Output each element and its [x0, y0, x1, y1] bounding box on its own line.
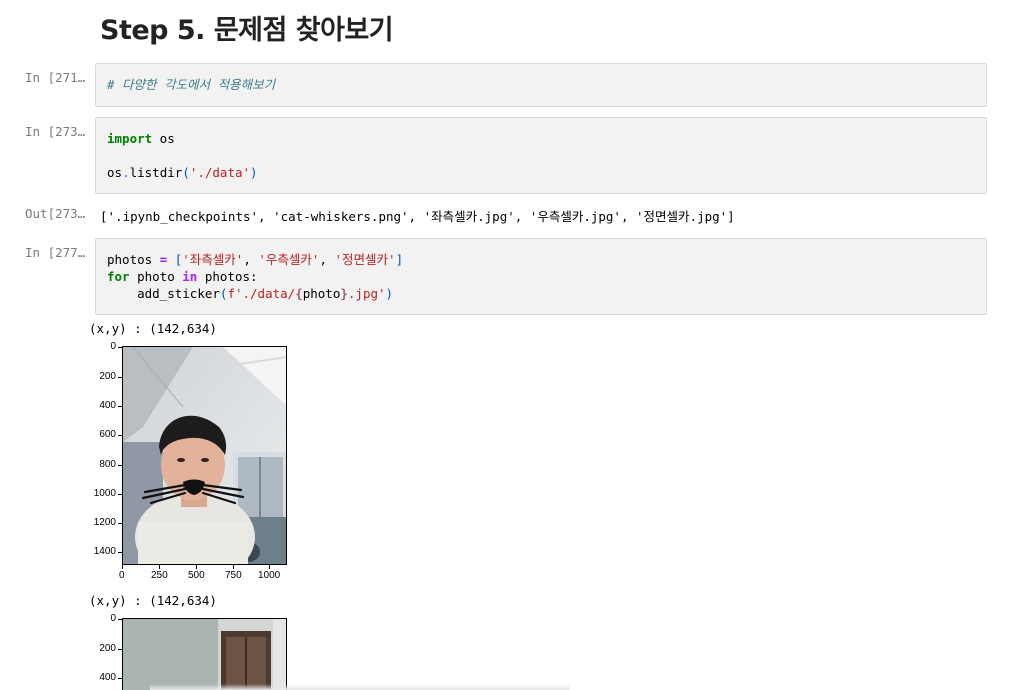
code-object: os	[107, 165, 123, 180]
code-bracket: ]	[395, 252, 404, 267]
x-tick-mark	[122, 565, 123, 569]
scroll-fade	[150, 684, 570, 690]
y-tick-label: 600	[99, 429, 116, 440]
code-string: '좌측셀카'	[182, 252, 244, 267]
x-tick-mark	[233, 565, 234, 569]
code-paren: )	[250, 165, 258, 180]
code-paren: (	[182, 165, 190, 180]
x-tick-label: 500	[188, 570, 205, 581]
code-string: .jpg'	[347, 286, 386, 301]
keyword-for: for	[107, 269, 130, 284]
x-tick-label: 250	[151, 570, 168, 581]
section-heading: Step 5. 문제점 찾아보기	[100, 15, 394, 46]
code-string: '정면셀카'	[334, 252, 396, 267]
code-variable: photo	[302, 286, 341, 301]
out-prompt-2: Out[273…	[25, 206, 86, 221]
code-cell-2[interactable]: import os os.listdir('./data')	[95, 117, 987, 194]
code-variable: photo	[129, 269, 183, 284]
code-cell-1[interactable]: # 다양한 각도에서 적용해보기	[95, 63, 987, 107]
code-comment: # 다양한 각도에서 적용해보기	[107, 77, 276, 92]
code-bracket: [	[167, 252, 183, 267]
y-tick-label: 200	[99, 371, 116, 382]
cell-prompt-3: In [277…	[25, 245, 86, 260]
fstring-brace: {	[295, 286, 303, 301]
y-tick-label: 200	[99, 643, 116, 654]
y-tick-label: 1200	[93, 517, 116, 528]
keyword-in: in	[182, 269, 198, 284]
fstring-brace: }	[340, 286, 348, 301]
x-tick-mark	[196, 565, 197, 569]
code-dot: .	[122, 165, 130, 180]
y-tick-label: 800	[99, 459, 116, 470]
second-selfie-photo	[123, 619, 286, 690]
code-comma: ,	[319, 252, 335, 267]
code-cell-3[interactable]: photos = ['좌측셀카', '우측셀카', '정면셀카'] for ph…	[95, 238, 987, 315]
code-function: listdir	[129, 165, 183, 180]
y-tick-label: 400	[99, 400, 116, 411]
plot-image-frame	[122, 346, 287, 565]
x-tick-label: 750	[225, 570, 242, 581]
y-tick-label: 0	[110, 613, 116, 624]
y-tick-label: 0	[110, 341, 116, 352]
code-function: add_sticker	[137, 286, 220, 301]
x-tick-mark	[159, 565, 160, 569]
selfie-photo-with-whiskers	[123, 347, 286, 564]
y-tick-label: 1000	[93, 488, 116, 499]
code-iterable: photos:	[197, 269, 258, 284]
plot-image-frame	[122, 618, 287, 690]
keyword-import: import	[107, 131, 153, 146]
x-tick-mark	[269, 565, 270, 569]
cell-prompt-1: In [271…	[25, 70, 86, 85]
code-variable: photos	[107, 252, 160, 267]
code-comma: ,	[243, 252, 259, 267]
listdir-output: ['.ipynb_checkpoints', 'cat-whiskers.png…	[100, 209, 735, 224]
y-tick-label: 1400	[93, 546, 116, 557]
y-tick-label: 400	[99, 672, 116, 683]
code-string: './data'	[189, 165, 251, 180]
fstring-prefix: f	[227, 286, 235, 301]
module-name: os	[152, 131, 175, 146]
code-paren: )	[385, 286, 394, 301]
x-tick-label: 0	[119, 570, 125, 581]
code-string: '우측셀카'	[258, 252, 320, 267]
coords-output-2: (x,y) : (142,634)	[89, 593, 217, 608]
code-string: './data/	[234, 286, 296, 301]
x-tick-label: 1000	[258, 570, 281, 581]
coords-output-1: (x,y) : (142,634)	[89, 321, 217, 336]
cell-prompt-2: In [273…	[25, 124, 86, 139]
